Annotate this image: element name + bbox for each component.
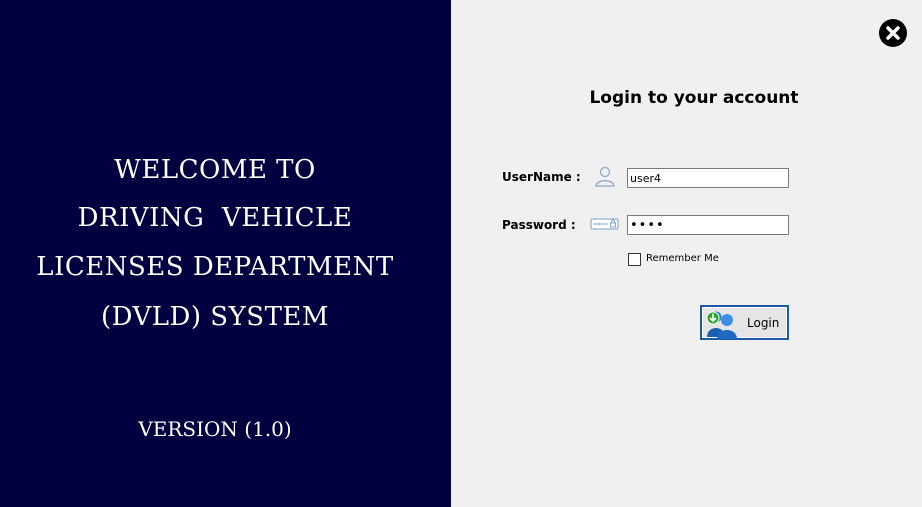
version-label: VERSION (1.0) bbox=[138, 417, 292, 441]
login-title: Login to your account bbox=[589, 88, 799, 108]
login-button-label: Login bbox=[747, 316, 780, 330]
welcome-panel: WELCOME TO DRIVING VEHICLE LICENSES DEPA… bbox=[0, 0, 451, 507]
username-label: UserName : bbox=[502, 170, 581, 184]
login-button[interactable]: Login bbox=[700, 305, 789, 340]
welcome-line-3: LICENSES DEPARTMENT bbox=[36, 252, 394, 282]
remember-me-checkbox[interactable] bbox=[628, 253, 641, 266]
welcome-line-2: DRIVING VEHICLE bbox=[77, 203, 353, 233]
welcome-line-1: WELCOME TO bbox=[114, 155, 316, 185]
remember-me-label[interactable]: Remember Me bbox=[646, 253, 719, 264]
password-icon bbox=[590, 218, 619, 230]
password-input[interactable] bbox=[627, 215, 789, 235]
users-login-icon bbox=[706, 311, 737, 339]
username-input[interactable] bbox=[627, 168, 789, 188]
user-icon bbox=[595, 166, 615, 187]
welcome-line-4: (DVLD) SYSTEM bbox=[100, 302, 330, 332]
password-label: Password : bbox=[502, 218, 576, 232]
close-button[interactable] bbox=[879, 19, 907, 47]
close-icon bbox=[886, 26, 900, 40]
